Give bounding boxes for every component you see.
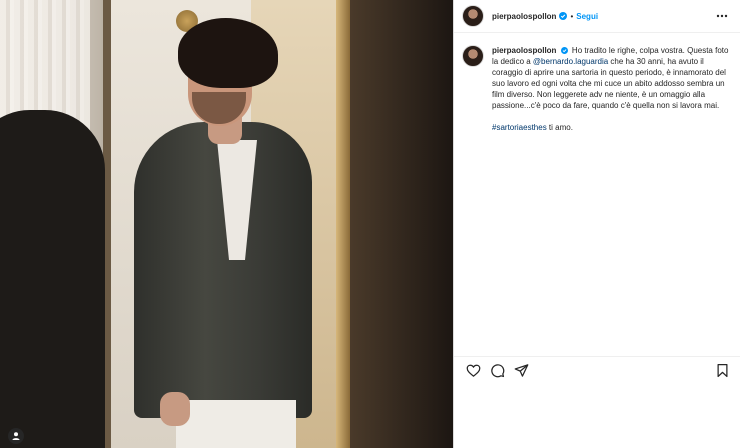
photo-trousers — [176, 400, 296, 448]
post-photo[interactable] — [0, 0, 453, 448]
verified-badge-icon — [559, 12, 568, 20]
like-button[interactable] — [462, 360, 484, 382]
caption-avatar[interactable] — [462, 45, 484, 67]
caption-hashtag-line: #sartoriaesthes ti amo. — [492, 122, 732, 133]
caption-mention-link[interactable]: @bernardo.laguardia — [533, 57, 608, 66]
photo-gold-edge — [336, 0, 350, 448]
photo-hair — [178, 18, 278, 88]
header-separator: • — [570, 11, 574, 21]
comment-button[interactable] — [486, 360, 508, 382]
author-avatar[interactable] — [462, 5, 484, 27]
follow-button[interactable]: Segui — [576, 12, 598, 21]
photo-foreground-shadow — [0, 110, 105, 448]
bookmark-icon — [717, 363, 727, 378]
photo-hand — [160, 392, 190, 426]
save-button[interactable] — [711, 360, 733, 382]
caption-text: pierpaolospollon Ho tradito le righe, co… — [492, 45, 732, 133]
more-options-button[interactable] — [712, 9, 732, 23]
verified-badge-icon — [560, 47, 568, 54]
caption-hashtag-suffix: ti amo. — [546, 123, 573, 132]
comment-icon — [490, 364, 504, 378]
paper-plane-icon — [514, 364, 528, 377]
photo-dark-panel — [350, 0, 453, 448]
post-header: pierpaolospollon • Segui — [454, 0, 740, 33]
share-button[interactable] — [510, 360, 532, 382]
instagram-post: pierpaolospollon • Segui pierpaolospollo… — [0, 0, 740, 448]
user-tag-icon — [12, 432, 20, 440]
tagged-users-button[interactable] — [8, 428, 24, 444]
caption-hashtag-link[interactable]: #sartoriaesthes — [492, 123, 547, 132]
more-options-icon — [716, 14, 728, 18]
post-side-panel: pierpaolospollon • Segui pierpaolospollo… — [453, 0, 740, 448]
post-actions-bar — [454, 356, 740, 384]
caption-area: pierpaolospollon Ho tradito le righe, co… — [454, 33, 740, 353]
heart-icon — [466, 364, 480, 377]
caption-username[interactable]: pierpaolospollon — [492, 46, 556, 55]
author-username[interactable]: pierpaolospollon — [492, 12, 556, 21]
